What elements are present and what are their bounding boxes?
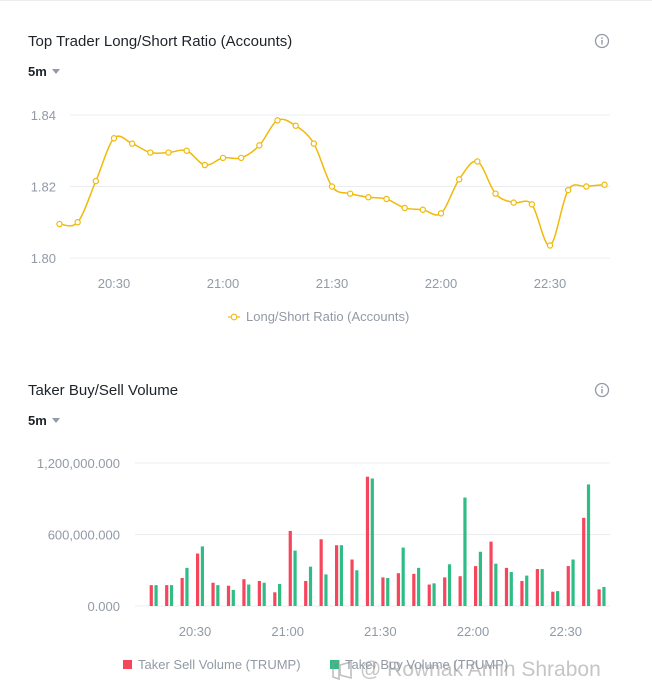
sell-volume-bar (582, 517, 586, 606)
legend-sell-swatch (123, 660, 132, 669)
legend-label: Taker Sell Volume (TRUMP) (138, 657, 301, 672)
buy-volume-bar (401, 547, 405, 606)
sell-volume-bar (566, 566, 570, 606)
buy-volume-bar (169, 585, 174, 606)
buy-volume-bar (556, 591, 560, 606)
buy-volume-bar (386, 577, 390, 606)
x-tick-label: 21:00 (271, 624, 304, 639)
sell-volume-bar (273, 592, 277, 606)
watermark-logo-icon (332, 659, 352, 681)
buy-volume-bar (571, 559, 575, 606)
x-tick-label: 22:00 (457, 624, 490, 639)
sell-volume-bar (396, 573, 400, 606)
sell-volume-bar (180, 577, 184, 606)
sell-volume-bar (242, 579, 246, 606)
sell-volume-bar (597, 589, 601, 606)
buy-volume-bar (463, 497, 467, 606)
sell-legend[interactable]: Taker Sell Volume (TRUMP) (123, 657, 301, 672)
sell-volume-bar (535, 569, 539, 606)
sell-volume-bar (458, 576, 462, 606)
buy-volume-bar (586, 484, 591, 606)
buy-volume-bar (278, 583, 282, 606)
sell-volume-bar (520, 580, 524, 606)
buy-volume-bar (478, 551, 482, 606)
sell-volume-bar (211, 582, 215, 606)
buy-volume-bar (525, 575, 529, 606)
buy-volume-bar (154, 585, 158, 606)
buy-volume-bar (324, 574, 328, 606)
sell-volume-bar (304, 580, 308, 606)
sell-volume-bar (257, 580, 261, 606)
watermark: @ Rownak Amin Shrabon (330, 658, 601, 682)
sell-volume-bar (412, 573, 416, 606)
sell-volume-bar (335, 545, 339, 606)
y-tick-label: 0.000 (87, 599, 120, 614)
buy-volume-bar (231, 589, 235, 606)
buy-volume-bar (185, 567, 189, 606)
sell-volume-bar (165, 585, 169, 606)
buy-volume-bar (247, 584, 251, 606)
buy-volume-bar (308, 566, 313, 606)
sell-volume-bar (288, 530, 292, 606)
taker-volume-panel: Taker Buy/Sell Volume 5m 0.000 600,000.00… (0, 0, 652, 696)
sell-volume-bar (365, 476, 370, 606)
watermark-text: @ Rownak Amin Shrabon (360, 658, 601, 681)
sell-volume-bar (319, 539, 323, 606)
sell-volume-bar (504, 567, 509, 606)
buy-volume-bar (602, 586, 606, 606)
buy-volume-bar (447, 564, 452, 606)
sell-volume-bar (551, 591, 555, 606)
sell-volume-bar (443, 577, 447, 606)
x-tick-label: 20:30 (179, 624, 212, 639)
sell-volume-bar (350, 559, 354, 606)
buy-volume-bar (540, 569, 544, 606)
volume-bar-chart: 0.000 600,000.000 1,200,000.000 20:30 21:00 2… (37, 456, 610, 639)
sell-volume-bar (196, 553, 200, 606)
buy-volume-bar (432, 583, 436, 606)
sell-volume-bar (474, 566, 478, 606)
buy-volume-bar (339, 545, 343, 606)
sell-volume-bar (381, 577, 385, 606)
x-tick-label: 22:30 (549, 624, 582, 639)
sell-volume-bar (489, 541, 493, 606)
buy-volume-bar (216, 585, 220, 606)
buy-volume-bar (293, 550, 297, 606)
y-tick-label: 600,000.000 (48, 528, 120, 543)
buy-volume-bar (417, 567, 421, 606)
x-tick-label: 21:30 (364, 624, 397, 639)
buy-volume-bar (494, 563, 498, 606)
buy-volume-bar (355, 570, 359, 606)
buy-volume-bar (262, 582, 266, 606)
sell-volume-bar (226, 585, 231, 606)
sell-volume-bar (149, 585, 153, 606)
buy-volume-bar (200, 546, 204, 606)
buy-volume-bar (370, 478, 374, 606)
sell-volume-bar (427, 584, 431, 606)
buy-volume-bar (509, 572, 513, 606)
y-tick-label: 1,200,000.000 (37, 456, 120, 471)
